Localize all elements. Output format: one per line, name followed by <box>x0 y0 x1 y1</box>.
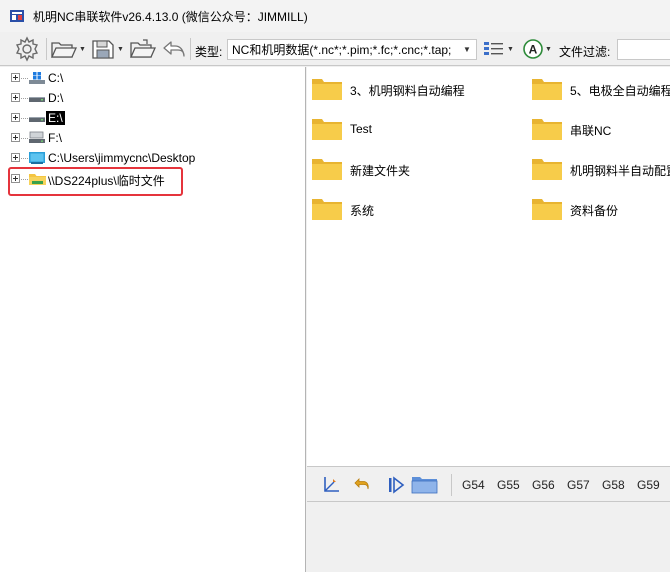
expand-icon[interactable] <box>11 153 20 162</box>
gear-icon[interactable] <box>12 36 42 62</box>
chevron-down-icon[interactable]: ▼ <box>117 46 124 53</box>
chevron-down-icon[interactable]: ▼ <box>545 46 552 53</box>
folder-name: 资料备份 <box>570 204 619 218</box>
bottom-toolbar: G54 G55 G56 G57 G58 G59 <box>307 466 670 502</box>
tree-item-e-drive[interactable]: E:\ <box>0 108 300 128</box>
folder-icon <box>312 197 342 221</box>
tree-line <box>21 98 28 99</box>
g57-button[interactable]: G57 <box>567 478 590 492</box>
drive-icon <box>29 90 45 106</box>
window-title: 机明NC串联软件v26.4.13.0 (微信公众号：JIMMILL) <box>33 9 308 24</box>
tree-item-label: D:\ <box>48 91 64 105</box>
folder-item[interactable]: 资料备份 <box>532 195 670 223</box>
a-circle-icon[interactable]: A ▼ <box>520 36 554 62</box>
expand-icon[interactable] <box>11 133 20 142</box>
output-panel <box>307 502 670 572</box>
file-view: 3、机明钢料自动编程 5、电极全自动编程 Test 串联NC 新建文件夹 机明钢… <box>307 67 670 466</box>
file-type-select[interactable]: NC和机明数据(*.nc*;*.pim;*.fc;*.cnc;*.tap; ▼ <box>227 39 477 60</box>
folder-item[interactable]: 系统 <box>312 195 522 223</box>
app-icon <box>9 8 25 24</box>
expand-icon[interactable] <box>11 73 20 82</box>
folder-icon <box>312 117 342 141</box>
g56-button[interactable]: G56 <box>532 478 555 492</box>
toolbar-divider <box>46 38 47 60</box>
g54-button[interactable]: G54 <box>462 478 485 492</box>
play-step-icon[interactable] <box>387 475 405 495</box>
save-icon[interactable]: ▼ <box>88 36 126 62</box>
file-type-value: NC和机明数据(*.nc*;*.pim;*.fc;*.cnc;*.tap; <box>232 43 452 57</box>
open-folder-icon[interactable]: ▼ <box>50 36 86 62</box>
folder-tree: C:\ D:\ E:\ F:\ C:\Users\jimmycnc\Deskto… <box>0 67 306 572</box>
svg-text:A: A <box>529 43 538 57</box>
open-file-icon[interactable] <box>128 36 158 62</box>
folder-icon <box>532 197 562 221</box>
tree-item-label-selected: E:\ <box>46 111 65 125</box>
g55-button[interactable]: G55 <box>497 478 520 492</box>
title-bar: 机明NC串联软件v26.4.13.0 (微信公众号：JIMMILL) <box>0 0 670 32</box>
g59-button[interactable]: G59 <box>637 478 660 492</box>
folder-item[interactable]: 新建文件夹 <box>312 155 522 183</box>
tree-item-c-drive[interactable]: C:\ <box>0 68 300 88</box>
chevron-down-icon[interactable]: ▼ <box>460 45 474 54</box>
chevron-down-icon[interactable]: ▼ <box>507 46 514 53</box>
folder-name: Test <box>350 122 373 136</box>
expand-icon[interactable] <box>11 113 20 122</box>
network-drive-icon <box>29 130 45 146</box>
folder-icon <box>312 157 342 181</box>
folder-icon <box>312 77 342 101</box>
g58-button[interactable]: G58 <box>602 478 625 492</box>
tree-line <box>21 138 28 139</box>
folder-name: 3、机明钢料自动编程 <box>350 84 465 98</box>
folder-icon <box>532 117 562 141</box>
drive-icon <box>29 110 45 126</box>
type-label: 类型: <box>195 45 223 59</box>
undo-icon[interactable] <box>353 475 371 495</box>
tree-line <box>21 158 28 159</box>
toolbar-divider <box>190 38 191 60</box>
folder-item[interactable]: 串联NC <box>532 115 670 143</box>
list-view-icon[interactable]: ▼ <box>481 36 515 62</box>
tree-line <box>21 78 28 79</box>
desktop-icon <box>29 150 45 166</box>
tree-item-label: F:\ <box>48 131 62 145</box>
folder-item[interactable]: 3、机明钢料自动编程 <box>312 75 522 103</box>
toolbar-divider <box>451 474 452 496</box>
expand-icon[interactable] <box>11 93 20 102</box>
chevron-down-icon[interactable]: ▼ <box>79 46 86 53</box>
main-toolbar: ▼ ▼ 类型: NC和机明数据(*.nc*;*.pim;*.fc;*.cnc;*… <box>0 32 670 66</box>
tree-item-d-drive[interactable]: D:\ <box>0 88 300 108</box>
folder-name: 系统 <box>350 204 375 218</box>
tree-item-label: C:\Users\jimmycnc\Desktop <box>48 151 196 165</box>
folder-item[interactable]: 机明钢料半自动配置 <box>532 155 670 183</box>
folder-name: 5、电极全自动编程 <box>570 84 670 98</box>
highlight-annotation <box>8 167 183 196</box>
folder-icon <box>532 77 562 101</box>
tree-item-desktop[interactable]: C:\Users\jimmycnc\Desktop <box>0 148 300 168</box>
tree-item-f-drive[interactable]: F:\ <box>0 128 300 148</box>
windows-drive-icon <box>29 70 45 86</box>
axis-icon[interactable] <box>321 475 341 495</box>
filter-label: 文件过滤: <box>559 45 611 59</box>
tree-item-label: C:\ <box>48 71 64 85</box>
filter-input[interactable] <box>617 39 670 60</box>
folder-icon <box>532 157 562 181</box>
folder-name: 新建文件夹 <box>350 164 411 178</box>
folder-name: 机明钢料半自动配置 <box>570 164 670 178</box>
folder-name: 串联NC <box>570 124 612 138</box>
tree-line <box>21 118 28 119</box>
folder-icon[interactable] <box>411 475 439 495</box>
folder-item[interactable]: 5、电极全自动编程 <box>532 75 670 103</box>
folder-item[interactable]: Test <box>312 115 522 143</box>
back-arrow-icon[interactable] <box>160 36 188 62</box>
